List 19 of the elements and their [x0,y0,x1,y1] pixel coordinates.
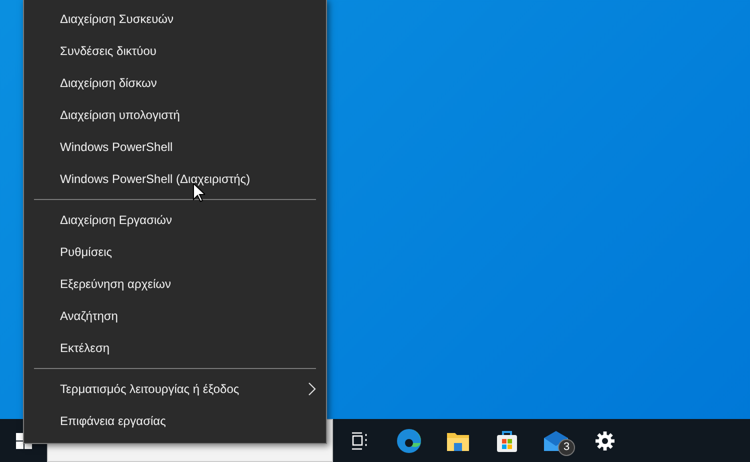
menu-item[interactable]: Διαχείριση Συσκευών [24,3,326,35]
menu-item[interactable]: Αναζήτηση [24,300,326,332]
chevron-right-icon [308,382,316,396]
menu-item[interactable]: Διαχείριση δίσκων [24,67,326,99]
menu-item[interactable]: Διαχείριση υπολογιστή [24,99,326,131]
menu-item[interactable]: Windows PowerShell [24,131,326,163]
notification-badge: 3 [558,439,575,456]
menu-item[interactable]: Εξερεύνηση αρχείων [24,268,326,300]
store-bag-icon [496,428,518,452]
menu-item[interactable]: Συνδέσεις δικτύου [24,35,326,67]
menu-item[interactable]: Διαχείριση Εργασιών [24,204,326,236]
taskbar-app-button[interactable]: 3 [531,419,580,462]
menu-item[interactable]: Εκτέλεση [24,332,326,364]
browser-icon [396,428,422,454]
menu-item[interactable]: Windows PowerShell (Διαχειριστής) [24,163,326,195]
menu-item[interactable]: Ρυθμίσεις [24,236,326,268]
task-view-icon [350,430,370,450]
menu-item[interactable]: Τερματισμός λειτουργίας ή έξοδος [24,373,326,405]
menu-item[interactable]: Επιφάνεια εργασίας [24,405,326,437]
